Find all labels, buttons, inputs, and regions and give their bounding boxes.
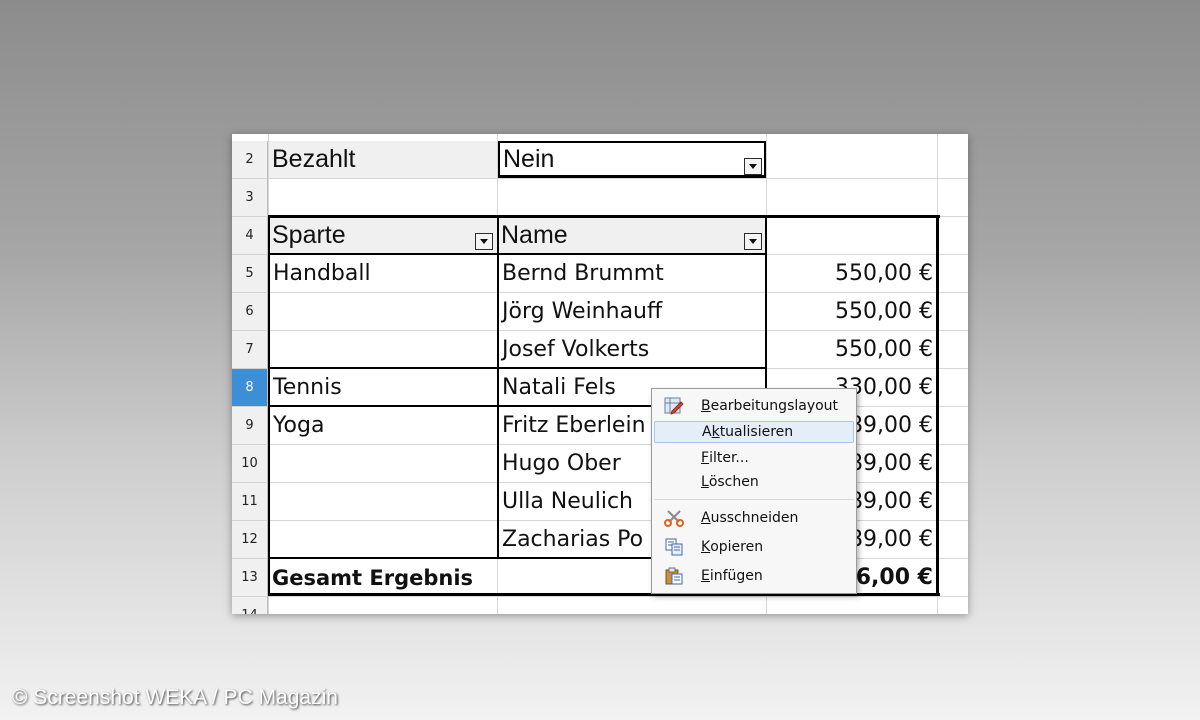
menu-item-prefix: A xyxy=(702,424,712,440)
row-gridline xyxy=(269,178,968,179)
row-header[interactable]: 14 xyxy=(232,597,268,614)
menu-item-delete[interactable]: Löschen xyxy=(654,471,854,493)
page-filter-dropdown-button[interactable] xyxy=(744,158,762,175)
menu-item-cut[interactable]: Ausschneiden xyxy=(654,507,854,529)
pivot-border xyxy=(936,215,939,596)
sparte-filter-button[interactable] xyxy=(475,233,493,250)
row-header[interactable]: 5 xyxy=(232,255,268,293)
chevron-down-icon xyxy=(480,239,488,244)
pivot-border xyxy=(268,215,940,218)
row-header[interactable]: 13 xyxy=(232,559,268,597)
pivot-border xyxy=(268,253,766,255)
menu-item-label: usschneiden xyxy=(710,510,799,526)
sparte-cell[interactable] xyxy=(269,331,497,368)
menu-separator xyxy=(654,499,854,500)
menu-item-label: earbeitungslayout xyxy=(710,398,839,414)
menu-item-label: öschen xyxy=(708,474,759,490)
name-cell[interactable]: Bernd Brummt xyxy=(498,255,766,292)
paste-icon xyxy=(665,567,683,585)
name-cell[interactable]: Josef Volkerts xyxy=(498,331,766,368)
row-header[interactable]: 4 xyxy=(232,217,268,255)
menu-item-label: tualisieren xyxy=(719,424,794,440)
menu-item-accelerator: L xyxy=(701,474,709,490)
menu-item-edit-layout[interactable]: Bearbeitungslayout xyxy=(654,395,854,417)
sparte-cell[interactable] xyxy=(269,483,497,520)
row-gridline xyxy=(269,596,968,597)
row-header[interactable]: 9 xyxy=(232,407,268,445)
sparte-cell[interactable]: Handball xyxy=(269,255,497,292)
copyright-notice: © Screenshot WEKA / PC Magazin xyxy=(12,686,338,709)
row-header[interactable]: 11 xyxy=(232,483,268,521)
menu-item-copy[interactable]: Kopieren xyxy=(654,536,854,558)
menu-item-accelerator: B xyxy=(701,398,711,414)
row-header[interactable]: 6 xyxy=(232,293,268,331)
chevron-down-icon xyxy=(749,164,757,169)
menu-item-filter[interactable]: Filter... xyxy=(654,447,854,469)
spreadsheet-grid: 2 3 4 5 6 7 8 9 10 11 12 13 14 Bezahlt N… xyxy=(232,134,968,614)
sparte-cell[interactable] xyxy=(269,293,497,330)
sparte-cell[interactable] xyxy=(269,521,497,558)
menu-item-paste[interactable]: Einfügen xyxy=(654,565,854,587)
menu-item-accelerator: E xyxy=(701,568,710,584)
sparte-cell[interactable]: Tennis xyxy=(269,369,497,406)
scissors-icon xyxy=(664,510,684,527)
menu-item-refresh[interactable]: Ak tualisieren xyxy=(654,421,854,443)
sparte-cell[interactable]: Yoga xyxy=(269,407,497,444)
menu-item-accelerator: k xyxy=(711,424,720,440)
amount-cell[interactable]: 550,00 € xyxy=(767,293,937,330)
row-header[interactable]: 7 xyxy=(232,331,268,369)
context-menu: Bearbeitungslayout Ak tualisieren Filter.… xyxy=(651,388,857,594)
menu-item-label: infügen xyxy=(709,568,763,584)
name-filter-button[interactable] xyxy=(744,233,762,250)
menu-item-label: ilter... xyxy=(709,450,749,466)
name-cell[interactable]: Jörg Weinhauff xyxy=(498,293,766,330)
column-header-sparte: Sparte xyxy=(269,217,497,254)
amount-cell[interactable]: 550,00 € xyxy=(767,255,937,292)
menu-item-accelerator: K xyxy=(701,539,711,555)
amount-cell[interactable]: 550,00 € xyxy=(767,331,937,368)
menu-item-accelerator: F xyxy=(701,450,710,466)
row-header[interactable]: 12 xyxy=(232,521,268,559)
chevron-down-icon xyxy=(749,239,757,244)
row-header[interactable]: 10 xyxy=(232,445,268,483)
sparte-cell[interactable] xyxy=(269,445,497,482)
pivot-border xyxy=(497,215,499,559)
page-filter-label: Bezahlt xyxy=(269,141,497,178)
row-header[interactable]: 2 xyxy=(232,141,268,179)
pivot-border xyxy=(268,367,766,369)
edit-layout-icon xyxy=(664,397,684,415)
column-header-name: Name xyxy=(498,217,766,254)
copy-icon xyxy=(665,538,683,556)
page-filter-value[interactable]: Nein xyxy=(498,141,766,178)
row-header-selected[interactable]: 8 xyxy=(232,369,268,407)
total-label[interactable]: Gesamt Ergebnis xyxy=(269,559,497,596)
menu-item-accelerator: A xyxy=(701,510,711,526)
menu-item-label: opieren xyxy=(710,539,764,555)
row-header[interactable]: 3 xyxy=(232,179,268,217)
